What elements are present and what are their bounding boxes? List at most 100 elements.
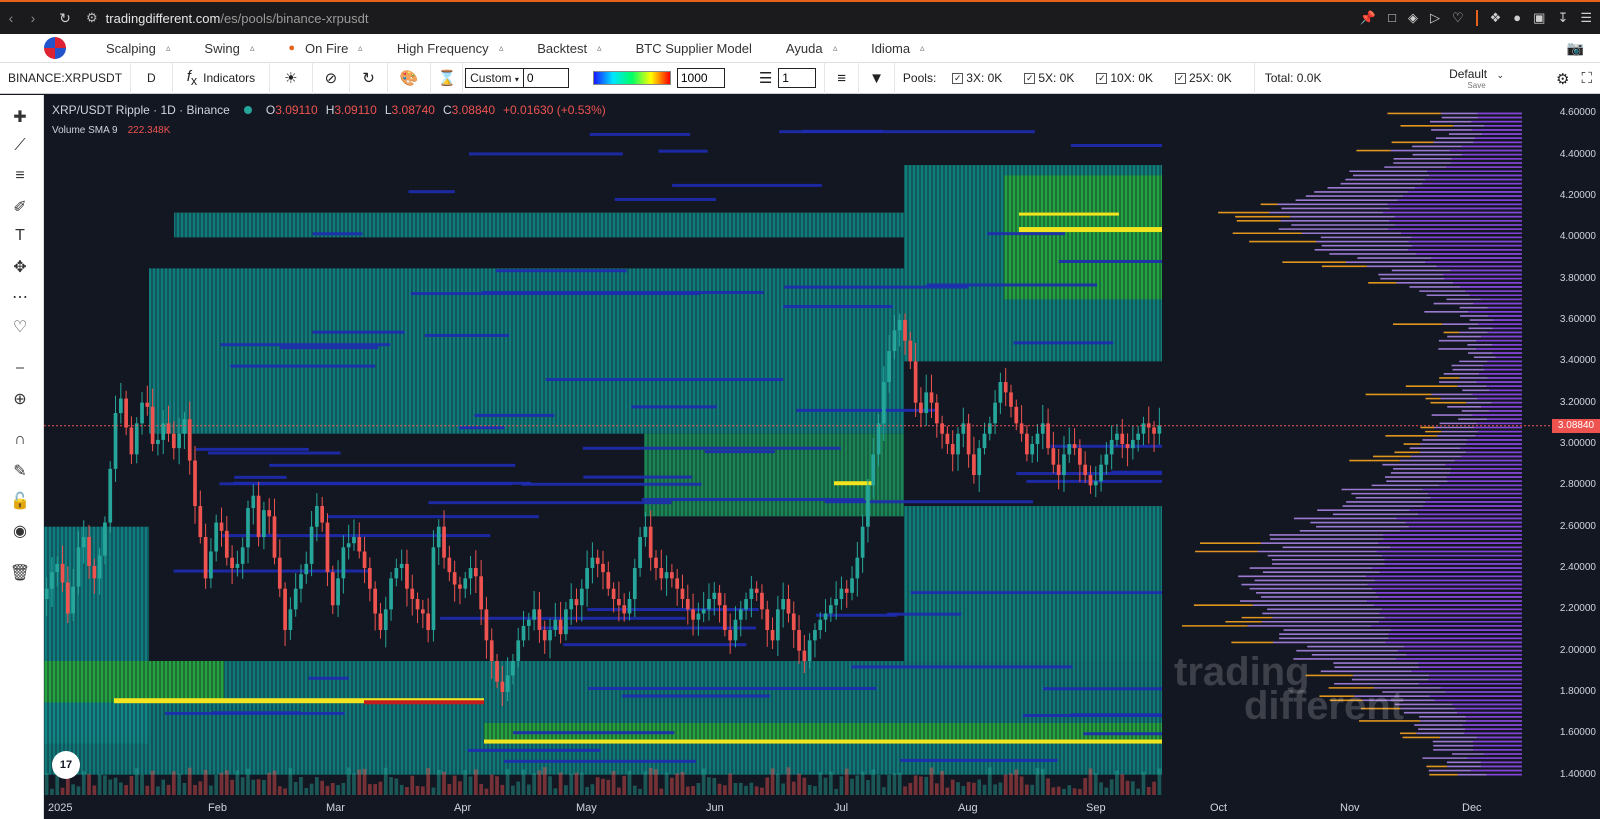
candle-body — [632, 568, 637, 600]
shield-icon[interactable]: ◈ — [1408, 10, 1418, 26]
fullscreen-icon[interactable]: ⛶ — [1581, 70, 1592, 88]
pool-line — [1070, 713, 1162, 717]
refresh-icon: ↻ — [362, 70, 375, 87]
align-button[interactable]: ≡ — [825, 62, 860, 94]
candle-body — [844, 588, 849, 593]
status-dot — [243, 106, 252, 114]
symbol-selector[interactable]: BINANCE:XRPUSDT — [0, 62, 132, 94]
wallet-icon[interactable]: ▣ — [1533, 10, 1545, 26]
download-icon[interactable]: ↧ — [1557, 10, 1568, 26]
candle-body — [129, 427, 134, 455]
volume-bar — [860, 771, 865, 795]
volume-bar — [505, 769, 510, 795]
forecast-icon[interactable]: ⋯ — [9, 287, 31, 309]
candle-body — [908, 340, 913, 362]
crosshair-icon[interactable]: ✚ — [9, 107, 31, 129]
interval-selector[interactable]: D — [131, 62, 173, 94]
volume-bar — [590, 784, 595, 795]
price-axis[interactable]: 4.60000 4.40000 4.20000 4.00000 3.80000 3.600… — [1554, 95, 1600, 819]
price-chart[interactable]: XRP/USDT Ripple · 1D · Binance O3.09110 … — [44, 95, 1600, 819]
filter-button[interactable]: ▼ — [859, 62, 895, 94]
pool-line — [672, 183, 822, 187]
site-info-icon[interactable]: ⚙ — [86, 10, 98, 26]
menu-item-backtest[interactable]: Backtest ▿ — [537, 41, 601, 56]
refresh-button[interactable]: ↻ — [350, 62, 388, 94]
volume-bar — [786, 767, 791, 795]
palette-button[interactable]: 🎨 — [388, 62, 432, 94]
mode-value-input[interactable] — [522, 68, 569, 88]
hourglass-button[interactable]: ⌛ — [431, 62, 464, 94]
menu-item-ayuda[interactable]: Ayuda ▿ — [786, 41, 837, 56]
menu-item-btc-supplier-model[interactable]: BTC Supplier Model — [636, 41, 752, 56]
tradingview-logo[interactable]: 17 — [52, 751, 80, 779]
candle-body — [442, 526, 446, 558]
gear-icon[interactable]: ⚙ — [1556, 70, 1569, 88]
candle-body — [950, 444, 955, 455]
candle-body — [458, 584, 462, 589]
candle-body — [966, 423, 971, 455]
address-bar[interactable]: ⚙ tradingdifferent.com/es/pools/binance-… — [86, 10, 368, 26]
lock-drawing-icon[interactable]: ✎ — [9, 461, 31, 483]
heart-icon[interactable]: ♡ — [9, 317, 31, 339]
pool-checkbox[interactable]: ✓ 5X: 0K — [1024, 71, 1074, 85]
time-axis[interactable]: 2025 Feb Mar Apr May Jun Jul Aug Sep Oct Nov Dec — [44, 799, 1554, 819]
hide-button[interactable]: ⊘ — [313, 62, 351, 94]
volume-bar — [654, 769, 658, 795]
pool-line — [641, 498, 865, 502]
pool-checkbox[interactable]: ✓ 10X: 0K — [1096, 71, 1153, 85]
eye-icon[interactable]: ◉ — [9, 521, 31, 543]
heatmap-color-scale[interactable] — [592, 71, 671, 85]
menu-item-idioma[interactable]: Idioma ▿ — [871, 41, 925, 56]
layout-selector[interactable]: Default ⌄ Save — [1449, 67, 1504, 90]
camera-icon[interactable]: 📷 — [1567, 40, 1584, 57]
volume-bar — [251, 779, 256, 795]
horizontal-lines-icon[interactable]: ≡ — [9, 167, 31, 189]
pin-icon[interactable]: 📌 — [1360, 10, 1376, 26]
candle-body — [304, 563, 309, 575]
zoom-in-icon[interactable]: ⊕ — [9, 389, 31, 411]
pattern-icon[interactable]: ✥ — [9, 257, 31, 279]
layers-input[interactable] — [778, 68, 817, 88]
candle-body — [977, 448, 982, 476]
candle-body — [277, 557, 282, 589]
magnet-icon[interactable]: ∩ — [9, 431, 31, 453]
volume-bar — [823, 777, 828, 795]
volume-bar — [415, 785, 420, 795]
trendline-icon[interactable]: ⟋ — [9, 137, 31, 159]
play-icon[interactable]: ▷ — [1430, 10, 1440, 26]
extensions-icon[interactable]: ❖ — [1490, 10, 1502, 26]
pool-line — [563, 643, 747, 647]
candle-body — [1003, 382, 1008, 393]
trash-icon[interactable]: 🗑 — [9, 563, 31, 585]
pool-label: 25X: 0K — [1189, 71, 1232, 85]
back-icon[interactable]: ‹ — [0, 10, 22, 26]
volume-bar — [187, 767, 192, 795]
indicators-button[interactable]: fx Indicators — [173, 62, 271, 94]
pool-checkbox[interactable]: ✓ 3X: 0K — [952, 71, 1002, 85]
menu-icon[interactable]: ☰ — [1580, 10, 1592, 26]
screenshot-icon[interactable]: □ — [1388, 10, 1396, 26]
site-logo[interactable] — [44, 37, 66, 59]
forward-icon[interactable]: › — [22, 10, 44, 26]
menu-item-scalping[interactable]: Scalping ▿ — [106, 41, 170, 56]
threshold-input[interactable] — [676, 68, 725, 88]
profile-icon[interactable]: ● — [1513, 10, 1521, 26]
pool-checkbox[interactable]: ✓ 25X: 0K — [1175, 71, 1232, 85]
reload-icon[interactable]: ↻ — [54, 10, 76, 27]
menu-item-on-fire[interactable]: ● On Fire ▿ — [288, 41, 363, 56]
candle-body — [813, 630, 817, 641]
candle-body — [1072, 444, 1077, 449]
menu-item-high-frequency[interactable]: High Frequency ▿ — [397, 41, 503, 56]
menu-item-swing[interactable]: Swing ▿ — [204, 41, 254, 56]
brush-icon[interactable]: ✐ — [9, 197, 31, 219]
heart-icon[interactable]: ♡ — [1452, 10, 1464, 26]
ruler-icon[interactable]: ⎯ — [9, 359, 31, 381]
mode-select[interactable]: Custom ▾ — [465, 68, 524, 88]
volume-bar — [283, 788, 287, 795]
lock-icon[interactable]: 🔓 — [9, 491, 31, 513]
settings-gear-button[interactable]: ☀ — [270, 62, 313, 94]
candle-body — [1131, 439, 1135, 449]
pool-line — [587, 608, 759, 612]
text-icon[interactable]: T — [9, 227, 31, 249]
candle-body — [166, 423, 171, 434]
